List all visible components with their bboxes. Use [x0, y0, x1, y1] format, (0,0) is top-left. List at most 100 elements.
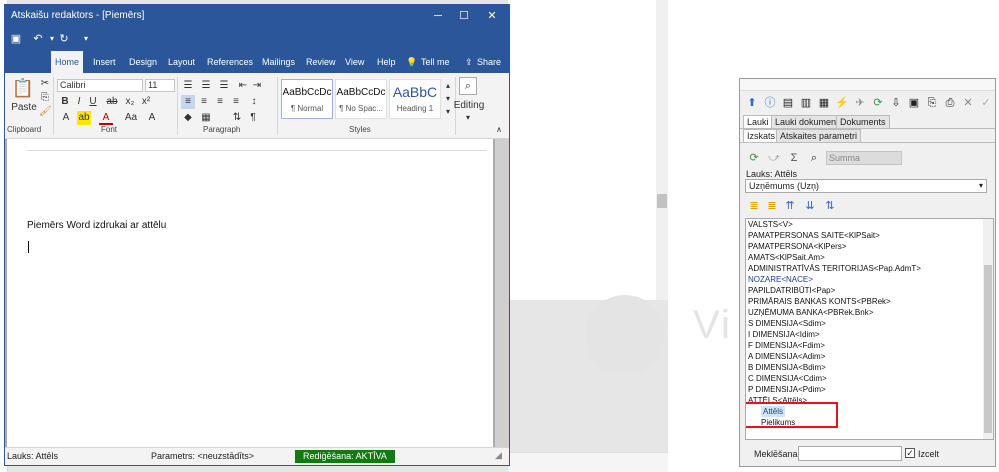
style-no-spacing[interactable]: AaBbCcDc ¶ No Spac... [335, 79, 387, 119]
tree-item[interactable]: S DIMENSIJA<Sdim> [748, 318, 826, 329]
tree-item[interactable]: A DIMENSIJA<Adim> [748, 351, 825, 362]
tree-item[interactable]: PRIMĀRAIS BANKAS KONTS<PBRek> [748, 296, 891, 307]
tree-item[interactable]: AMATS<KlPSait.Am> [748, 252, 825, 263]
tree-item[interactable]: ADMINISTRATĪVĀS TERITORIJAS<Pap.AdmT> [748, 263, 921, 274]
strikethrough-icon[interactable]: ab [105, 95, 119, 109]
document-page[interactable]: Piemērs Word izdrukai ar attēlu [7, 139, 493, 447]
list-edit-icon[interactable]: ▦ [816, 95, 832, 111]
summa-dropdown[interactable]: Summa [826, 151, 902, 165]
izcelt-checkbox[interactable]: ✓ [905, 448, 915, 458]
tab-mailings[interactable]: Mailings [258, 51, 299, 73]
line-spacing-icon[interactable]: ↕ [247, 95, 261, 109]
align-center-icon[interactable]: ≡ [197, 95, 211, 109]
document-scrollbar[interactable] [495, 139, 509, 447]
collapse-ribbon-icon[interactable]: ∧ [493, 123, 505, 137]
align-right-icon[interactable]: ≡ [213, 95, 227, 109]
tab-atskaites-parametri[interactable]: Atskaites parametri [776, 129, 862, 142]
tab-insert[interactable]: Insert [89, 51, 120, 73]
link-icon[interactable]: ⤻ [766, 150, 782, 166]
subscript-icon[interactable]: x₂ [123, 95, 137, 109]
highlight-color-icon[interactable]: ab [77, 111, 91, 125]
tab-home[interactable]: Home [51, 51, 84, 73]
tree-item[interactable]: I DIMENSIJA<Idim> [748, 329, 820, 340]
share-button[interactable]: Share [473, 51, 505, 73]
font-color-icon[interactable]: A [99, 111, 113, 125]
paste-button[interactable]: Paste [7, 101, 41, 115]
sum-icon[interactable]: Σ [786, 150, 802, 166]
shading-icon[interactable]: ◆ [181, 111, 195, 125]
format-painter-icon[interactable]: 🖌 [39, 105, 52, 119]
editing-dropdown-icon[interactable]: ▾ [461, 111, 475, 125]
move-down-icon[interactable]: ⇊ [802, 198, 818, 214]
download-icon[interactable]: ⇩ [888, 95, 904, 111]
tree-item[interactable]: P DIMENSIJA<Pdim> [748, 384, 826, 395]
save-icon[interactable]: ▣ [7, 31, 25, 47]
font-size-dropdown[interactable]: 11 [145, 79, 175, 92]
find-icon[interactable]: ⌕ [459, 77, 477, 95]
tree-item[interactable]: F DIMENSIJA<Fdim> [748, 340, 825, 351]
font-name-dropdown[interactable]: Calibri [57, 79, 143, 92]
print-icon[interactable]: ⎙ [942, 95, 958, 111]
tell-me[interactable]: Tell me [417, 51, 454, 73]
tab-references[interactable]: References [203, 51, 257, 73]
background-scroll-thumb[interactable] [657, 194, 667, 208]
redo-icon[interactable]: ↻ [55, 31, 73, 47]
increase-indent-icon[interactable]: ⇥ [251, 79, 263, 93]
tree-item[interactable]: VALSTS<V> [748, 219, 793, 230]
tree-scroll-thumb[interactable] [984, 265, 992, 433]
tools-icon[interactable]: ✕ [960, 95, 976, 111]
cut-icon[interactable]: ✂ [39, 77, 51, 91]
change-case-icon[interactable]: Aa [121, 111, 141, 125]
decrease-indent-icon[interactable]: ⇤ [237, 79, 249, 93]
add-field-icon[interactable]: ⟳ [746, 150, 762, 166]
search-input[interactable] [798, 446, 902, 461]
style-heading-1[interactable]: AaBbC Heading 1 [389, 79, 441, 119]
borders-icon[interactable]: ▦ [199, 111, 213, 125]
lightning-icon[interactable]: ⚡ [834, 95, 850, 111]
refresh-icon[interactable]: ⟳ [870, 95, 886, 111]
tab-dokuments[interactable]: Dokuments [836, 115, 890, 128]
arrow-up-icon[interactable]: ⬆ [744, 95, 760, 111]
paste-icon[interactable]: 📋 [11, 77, 35, 99]
tab-lauki[interactable]: Lauki [743, 115, 773, 128]
text-effects-icon[interactable]: A [59, 111, 73, 125]
tab-layout[interactable]: Layout [164, 51, 199, 73]
copy-icon[interactable]: ⎘ [924, 95, 940, 111]
document-text[interactable]: Piemērs Word izdrukai ar attēlu [27, 220, 166, 231]
fields-tree[interactable]: VALSTS<V> PAMATPERSONAS SAITE<KlPSait> P… [745, 218, 994, 440]
list-icon[interactable]: ▥ [798, 95, 814, 111]
minimize-icon[interactable]: ─ [425, 8, 451, 24]
style-normal[interactable]: AaBbCcDc ¶ Normal [281, 79, 333, 119]
justify-icon[interactable]: ≡ [229, 95, 243, 109]
check-icon[interactable]: ✓ [978, 95, 994, 111]
italic-icon[interactable]: I [73, 95, 85, 109]
tab-design[interactable]: Design [125, 51, 161, 73]
export-icon[interactable]: ▣ [906, 95, 922, 111]
numbering-icon[interactable]: ☰ [199, 79, 213, 93]
multilevel-list-icon[interactable]: ☰ [217, 79, 231, 93]
superscript-icon[interactable]: x² [139, 95, 153, 109]
clear-formatting-icon[interactable]: A [145, 111, 159, 125]
tree-item[interactable]: PAMATPERSONAS SAITE<KlPSait> [748, 230, 880, 241]
copy-icon[interactable]: ⎘ [39, 91, 51, 105]
tab-izskats[interactable]: Izskats [743, 129, 780, 142]
search-icon[interactable]: ⌕ [806, 150, 822, 166]
sort-icon[interactable]: ⇅ [231, 111, 243, 125]
entity-select[interactable]: Uzņēmums (Uzņ) ▾ [745, 179, 987, 193]
tree-item[interactable]: NOZARE<NACE> [748, 274, 813, 285]
pin-icon[interactable]: ✈ [852, 95, 868, 111]
bold-icon[interactable]: B [59, 95, 71, 109]
maximize-icon[interactable]: ☐ [451, 8, 477, 24]
tree-item[interactable]: PAMATPERSONA<KlPers> [748, 241, 846, 252]
align-left-icon[interactable]: ≡ [181, 95, 195, 109]
document-icon[interactable]: ▤ [780, 95, 796, 111]
customize-qat-icon[interactable]: ▾ [77, 31, 95, 47]
reorder-icon[interactable]: ⇅ [822, 198, 838, 214]
tab-view[interactable]: View [341, 51, 368, 73]
tree-item[interactable]: B DIMENSIJA<Bdim> [748, 362, 826, 373]
close-icon[interactable]: ✕ [479, 8, 505, 24]
info-icon[interactable]: ⓘ [762, 95, 778, 111]
tab-review[interactable]: Review [302, 51, 340, 73]
tab-help[interactable]: Help [373, 51, 400, 73]
tree-item[interactable]: PAPILDATRIBŪTI<Pap> [748, 285, 835, 296]
